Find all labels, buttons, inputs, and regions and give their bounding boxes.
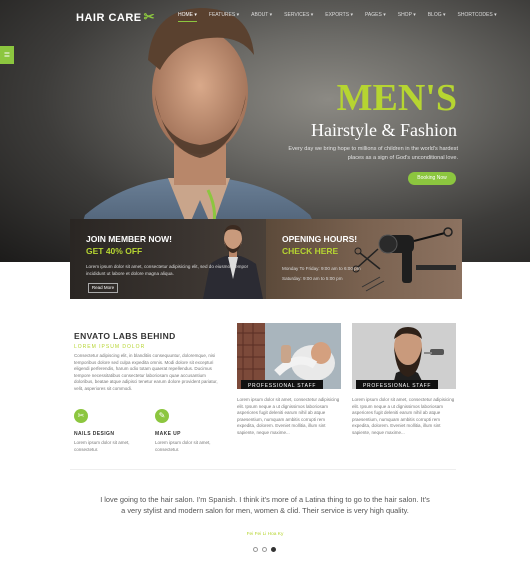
staff-tag: PROFESSIONAL STAFF xyxy=(356,380,439,389)
hero-title: MEN'S xyxy=(336,77,457,119)
hero-subtitle: Hairstyle & Fashion xyxy=(311,120,457,140)
comb-icon: ✎ xyxy=(155,409,169,423)
pager-dot-2[interactable] xyxy=(262,547,267,552)
nav-item-exports[interactable]: EXPORTS ▾ xyxy=(325,12,353,22)
nav-item-pages[interactable]: PAGES ▾ xyxy=(365,12,386,22)
nav-item-about[interactable]: ABOUT ▾ xyxy=(251,12,272,22)
nav-item-shortcodes[interactable]: SHORTCODES ▾ xyxy=(458,12,497,22)
about-text: Consectetur adipiscing elit, in blanditi… xyxy=(74,353,218,391)
suit-man-image xyxy=(203,225,263,299)
nav-item-home[interactable]: HOME ▾ xyxy=(178,12,197,22)
staff-card-1: PROFESSIONAL STAFF Lorem ipsum dolor sit… xyxy=(237,323,341,436)
nav-item-features[interactable]: FEATURES ▾ xyxy=(209,12,239,22)
hours-card-subtitle: CHECK HERE xyxy=(282,246,339,256)
pager-dot-3[interactable] xyxy=(271,547,276,552)
testimonial-pager xyxy=(253,547,280,552)
read-more-button[interactable]: Read More xyxy=(88,283,118,293)
feature-title: NAILS DESIGN xyxy=(74,431,115,437)
staff-image-1[interactable]: PROFESSIONAL STAFF xyxy=(237,323,341,389)
feature-makeup: ✎ MAKE UP Lorem ipsum dolor sit amet, co… xyxy=(155,409,229,453)
feature-text: Lorem ipsum dolor sit amet, consectetur. xyxy=(74,440,130,452)
hero-text: Every day we bring hope to millions of c… xyxy=(288,146,458,161)
list-icon: ≣ xyxy=(3,50,11,59)
member-card: JOIN MEMBER NOW! GET 40% OFF Lorem ipsum… xyxy=(70,219,266,299)
testimonial-author: Fei Fei Li Hoa Ky xyxy=(246,532,284,537)
staff-card-2: PROFESSIONAL STAFF Lorem ipsum dolor sit… xyxy=(352,323,456,436)
testimonial-quote: I love going to the hair salon. I'm Span… xyxy=(100,495,430,515)
staff-tag: PROFESSIONAL STAFF xyxy=(241,380,324,389)
feature-title: MAKE UP xyxy=(155,431,181,437)
staff-text: Lorem ipsum dolor sit amet, consectetur … xyxy=(352,397,455,435)
staff-image-2[interactable]: PROFESSIONAL STAFF xyxy=(352,323,456,389)
member-card-subtitle: GET 40% OFF xyxy=(86,246,143,256)
nav-item-blog[interactable]: BLOG ▾ xyxy=(428,12,446,22)
staff-text: Lorem ipsum dolor sit amet, consectetur … xyxy=(237,397,340,435)
nav-item-shop[interactable]: SHOP ▾ xyxy=(398,12,416,22)
hair-tools-image xyxy=(352,227,456,292)
feature-nails: ✂ NAILS DESIGN Lorem ipsum dolor sit ame… xyxy=(74,409,148,453)
booking-button[interactable]: Booking Now xyxy=(408,172,456,185)
nav-menu: HOME ▾ FEATURES ▾ ABOUT ▾ SERVICES ▾ EXP… xyxy=(178,12,509,22)
section-divider xyxy=(70,469,456,470)
pager-dot-1[interactable] xyxy=(253,547,258,552)
nav-item-services[interactable]: SERVICES ▾ xyxy=(284,12,313,22)
main-nav: HAIR CARE ✂ HOME ▾ FEATURES ▾ ABOUT ▾ SER… xyxy=(0,0,530,34)
hours-card-title: OPENING HOURS! xyxy=(282,234,358,244)
hours-card: OPENING HOURS! CHECK HERE Monday To Frid… xyxy=(266,219,462,299)
hours-line-weekday: Monday To Friday: 9:00 am to 6:00 pm xyxy=(282,266,361,271)
logo-scissors-icon: ✂ xyxy=(143,9,156,24)
hours-line-saturday: Saturday: 9:00 am to 5:00 pm xyxy=(282,276,343,281)
about-title: ENVATO LABS BEHIND xyxy=(74,331,176,341)
side-panel-toggle[interactable]: ≣ xyxy=(0,46,14,64)
member-card-title: JOIN MEMBER NOW! xyxy=(86,234,172,244)
brand-logo[interactable]: HAIR CARE ✂ xyxy=(76,9,155,25)
member-card-text: Lorem ipsum dolor sit amet, consectetur … xyxy=(86,264,249,276)
scissors-icon: ✂ xyxy=(74,409,88,423)
about-subtitle: LOREM IPSUM DOLOR xyxy=(74,344,146,350)
feature-text: Lorem ipsum dolor sit amet, consectetur. xyxy=(155,440,211,452)
